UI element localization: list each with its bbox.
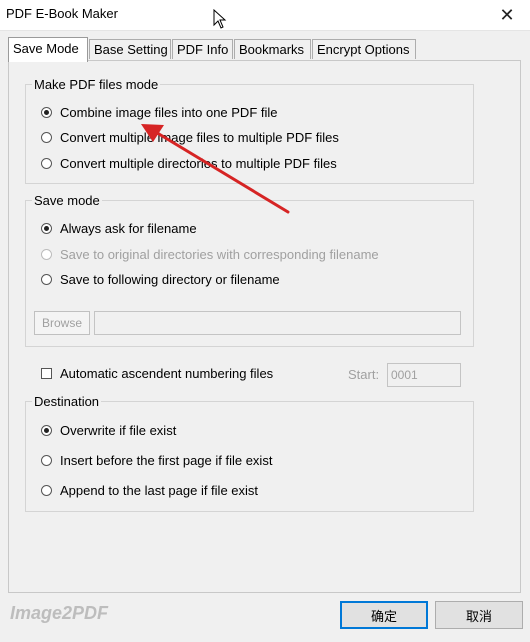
radio-button-icon[interactable] (41, 274, 52, 285)
title-bar: PDF E-Book Maker ✕ (0, 0, 530, 31)
make-mode-option-combine[interactable]: Combine image files into one PDF file (41, 105, 278, 120)
make-mode-legend: Make PDF files mode (34, 77, 159, 92)
brand-logo: Image2PDF (10, 603, 109, 623)
radio-button-icon (41, 249, 52, 260)
browse-button: Browse (34, 311, 90, 335)
numbering-checkbox-row[interactable]: Automatic ascendent numbering files (41, 366, 273, 381)
ok-button[interactable]: 确定 (340, 601, 428, 629)
close-icon[interactable]: ✕ (484, 0, 530, 30)
tab-bookmarks[interactable]: Bookmarks (234, 39, 311, 59)
checkbox-icon[interactable] (41, 368, 52, 379)
destination-option-overwrite[interactable]: Overwrite if file exist (41, 423, 176, 438)
tab-encrypt-options[interactable]: Encrypt Options (312, 39, 416, 59)
destination-option-insert-before[interactable]: Insert before the first page if file exi… (41, 453, 272, 468)
tab-save-mode[interactable]: Save Mode (8, 37, 88, 62)
radio-button-icon[interactable] (41, 223, 52, 234)
radio-button-icon[interactable] (41, 425, 52, 436)
window-title: PDF E-Book Maker (6, 6, 118, 21)
make-mode-option-multiple-files[interactable]: Convert multiple image files to multiple… (41, 130, 339, 145)
destination-legend: Destination (34, 394, 100, 409)
radio-button-icon[interactable] (41, 107, 52, 118)
radio-button-icon[interactable] (41, 132, 52, 143)
tab-base-setting[interactable]: Base Setting (89, 39, 171, 59)
save-mode-legend: Save mode (34, 193, 100, 208)
output-path-field (94, 311, 461, 335)
start-label: Start: (348, 367, 380, 382)
radio-button-icon[interactable] (41, 158, 52, 169)
destination-option-append[interactable]: Append to the last page if file exist (41, 483, 258, 498)
radio-button-icon[interactable] (41, 485, 52, 496)
cancel-button[interactable]: 取消 (435, 601, 523, 629)
save-option-always-ask[interactable]: Always ask for filename (41, 221, 197, 236)
save-option-original-directories: Save to original directories with corres… (41, 247, 379, 262)
radio-button-icon[interactable] (41, 455, 52, 466)
start-number-field: 0001 (387, 363, 461, 387)
tab-pdf-info[interactable]: PDF Info (172, 39, 233, 59)
mouse-cursor-icon (213, 9, 227, 29)
make-mode-option-directories[interactable]: Convert multiple directories to multiple… (41, 156, 337, 171)
save-option-following-directory[interactable]: Save to following directory or filename (41, 272, 280, 287)
